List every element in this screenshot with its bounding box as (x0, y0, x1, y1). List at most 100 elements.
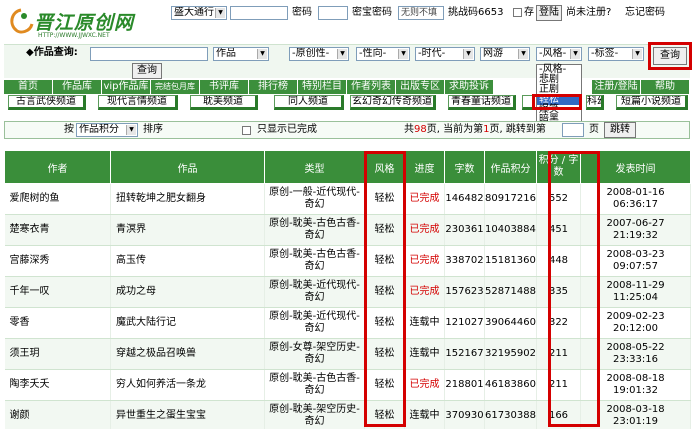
jump-button[interactable]: 跳转 (604, 122, 636, 138)
type-cell: 原创-耽美-近代现代-奇幻 (264, 307, 365, 339)
score-cell: 151813600 (484, 245, 537, 277)
col-title[interactable]: 作品 (110, 150, 265, 184)
status-cell: 已完成 (404, 214, 445, 246)
filter-era-select[interactable]: -时代- ▼ (415, 47, 475, 61)
nav-item-complaints[interactable]: 求助投诉 (445, 80, 494, 94)
sort-select[interactable]: 作品积分 ▼ (76, 123, 138, 137)
col-type[interactable]: 类型 (264, 150, 365, 184)
nav-item-publishing[interactable]: 出版专区 (396, 80, 445, 94)
not-registered-link[interactable]: 尚未注册? (566, 6, 611, 20)
nav-item-library[interactable]: 作品库 (53, 80, 102, 94)
title-link[interactable]: 扭转乾坤之肥女翻身 (110, 183, 265, 215)
channel-short-stories[interactable]: 短篇小说频道 (616, 95, 688, 110)
words-cell: 338702 (444, 245, 485, 277)
author-link[interactable]: 千年一叹 (4, 276, 111, 308)
secure-password-input[interactable]: 无则不填 (398, 6, 444, 20)
score-cell: 61730388 (484, 400, 537, 429)
nav-item-rankings[interactable]: 排行榜 (249, 80, 298, 94)
style-column-highlight (364, 151, 406, 427)
author-link[interactable]: 陶李夭夭 (4, 369, 111, 401)
author-link[interactable]: 须王玥 (4, 338, 111, 370)
channel-ancient-wuxia[interactable]: 古言武侠频道 (8, 95, 86, 110)
channel-danmei[interactable]: 耽美频道 (190, 95, 258, 110)
status-cell: 连载中 (404, 338, 445, 370)
nav-item-special[interactable]: 特别栏目 (298, 80, 347, 94)
score-cell: 80917216 (484, 183, 537, 215)
author-link[interactable]: 爱爬树的鱼 (4, 183, 111, 215)
logo-text: 晋江原创网 (34, 12, 135, 34)
sort-by-label: 按 (64, 124, 74, 135)
nav-item-register-login[interactable]: 注册/登陆 (592, 80, 641, 94)
status-cell: 已完成 (404, 183, 445, 215)
nav-item-home[interactable]: 首页 (4, 80, 53, 94)
author-link[interactable]: 楚寒衣青 (4, 214, 111, 246)
channel-bar: 古言武侠频道 现代言情频道 耽美频道 同人频道 玄幻奇幻传奇频道 青春童话频道 … (4, 95, 690, 113)
type-cell: 原创-耽美-古色古香-奇幻 (264, 369, 365, 401)
search-button[interactable]: 查询 (132, 63, 162, 79)
type-cell: 原创-耽美-近代现代-奇幻 (264, 276, 365, 308)
channel-modern-romance[interactable]: 现代言情频道 (98, 95, 178, 110)
save-login-label: 存 (524, 7, 534, 18)
words-cell: 146482 (444, 183, 485, 215)
filter-originality-select[interactable]: -原创性- ▼ (289, 47, 349, 61)
col-author[interactable]: 作者 (4, 150, 111, 184)
nav-item-help[interactable]: 帮助 (641, 80, 690, 94)
channel-fantasy[interactable]: 玄幻奇幻传奇频道 (350, 95, 436, 110)
channel-youth[interactable]: 青春童话频道 (448, 95, 516, 110)
status-cell: 连载中 (404, 307, 445, 339)
nav-item-reviews[interactable]: 书评库 (200, 80, 249, 94)
password-input[interactable] (318, 6, 348, 20)
search-type-select[interactable]: 作品 ▼ (213, 47, 269, 61)
save-login-checkbox[interactable] (513, 8, 522, 17)
title-link[interactable]: 穿越之极品召唤兽 (110, 338, 265, 370)
username-input[interactable] (230, 6, 288, 20)
filter-style-select[interactable]: -风格- ▼ (536, 47, 582, 61)
login-mode-select[interactable]: 盛大通行 ▼ (171, 6, 227, 20)
author-link[interactable]: 谢颜 (4, 400, 111, 429)
author-link[interactable]: 零香 (4, 307, 111, 339)
col-score[interactable]: 作品积分 (484, 150, 537, 184)
score-cell: 39064460 (484, 307, 537, 339)
words-cell: 230361 (444, 214, 485, 246)
status-cell: 已完成 (404, 369, 445, 401)
search-input[interactable] (90, 47, 208, 61)
col-words[interactable]: 字数 (444, 150, 485, 184)
title-link[interactable]: 成功之母 (110, 276, 265, 308)
page-jump-input[interactable] (562, 123, 584, 137)
title-link[interactable]: 魔武大陆行记 (110, 307, 265, 339)
completed-only-checkbox[interactable] (242, 126, 251, 135)
title-link[interactable]: 异世重生之蛋生宝宝 (110, 400, 265, 429)
search-label: ◆作品查询: (26, 47, 78, 58)
type-cell: 原创-耽美-古色古香-奇幻 (264, 245, 365, 277)
page-suffix-label: 页 (589, 124, 599, 135)
score-cell: 52871488 (484, 276, 537, 308)
status-cell: 连载中 (404, 400, 445, 429)
channel-scifi[interactable]: 科幻 (586, 95, 604, 110)
words-cell: 157623 (444, 276, 485, 308)
nav-item-authors[interactable]: 作者列表 (347, 80, 396, 94)
nav-item-vip-library[interactable]: vip作品库 (102, 80, 151, 94)
col-status[interactable]: 进度 (404, 150, 445, 184)
forgot-password-link[interactable]: 忘记密码 (625, 6, 665, 20)
author-link[interactable]: 宫藤深秀 (4, 245, 111, 277)
filter-genre-select[interactable]: 网游 ▼ (480, 47, 530, 61)
password-label: 密码 (292, 7, 312, 18)
score-cell: 104038848 (484, 214, 537, 246)
type-cell: 原创-耽美-古色古香-奇幻 (264, 214, 365, 246)
status-cell: 已完成 (404, 245, 445, 277)
filter-orientation-select[interactable]: -性向- ▼ (356, 47, 410, 61)
nav-item-monthly-library[interactable]: 完结包月库 (151, 80, 200, 94)
challenge-code: 挑战码6653 (448, 7, 504, 18)
login-button[interactable]: 登陆 (536, 5, 562, 21)
pagination-info: 共98页, 当前为第1页, 跳转到第 (404, 124, 546, 135)
channel-fanfic[interactable]: 同人频道 (274, 95, 344, 110)
score-cell: 46183860 (484, 369, 537, 401)
words-cell: 370930 (444, 400, 485, 429)
title-link[interactable]: 穷人如何养活一条龙 (110, 369, 265, 401)
site-logo[interactable]: 晋江原创网 HTTP://WWW.JJWXC.NET (4, 4, 144, 40)
title-link[interactable]: 青溟界 (110, 214, 265, 246)
filter-tag-select[interactable]: -标签- ▼ (588, 47, 644, 61)
title-link[interactable]: 高玉传 (110, 245, 265, 277)
query-button[interactable]: 查询 (653, 47, 687, 65)
style-option-highlight (532, 94, 582, 110)
